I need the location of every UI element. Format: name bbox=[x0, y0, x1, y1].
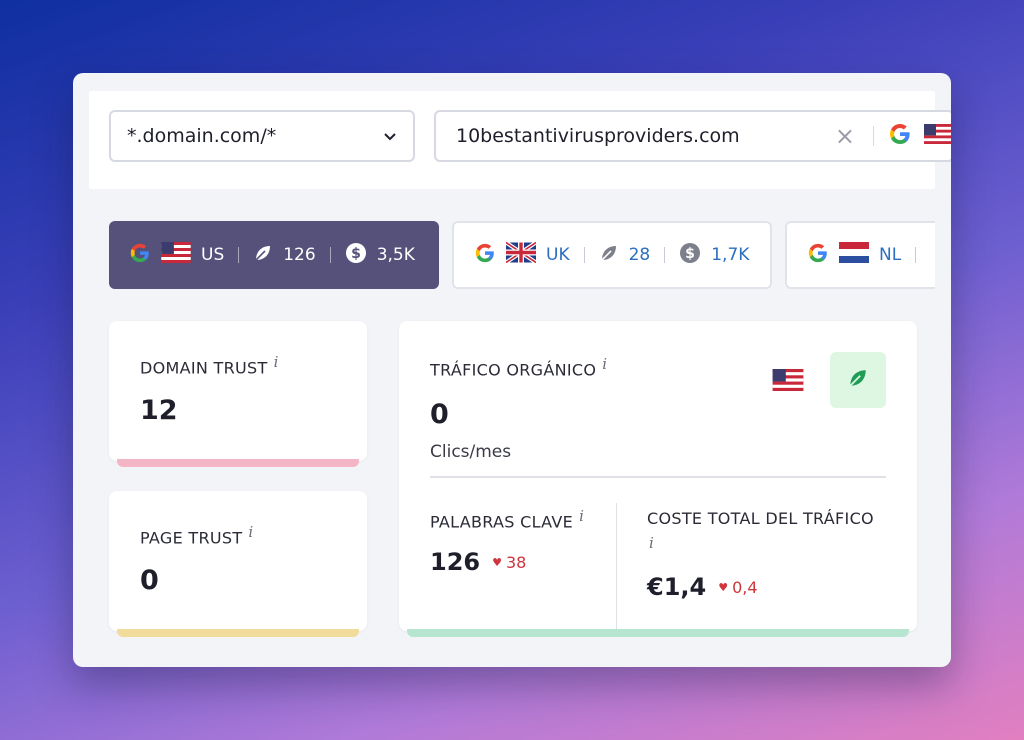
chevron-down-icon bbox=[383, 125, 397, 147]
traffic-cost-label: COSTE TOTAL DEL TRÁFICO bbox=[647, 509, 874, 528]
google-icon bbox=[474, 242, 496, 269]
chip-divider bbox=[915, 247, 917, 263]
us-flag-icon bbox=[772, 369, 804, 395]
page-trust-value: 0 bbox=[140, 565, 159, 596]
traffic-cost-label-row: COSTE TOTAL DEL TRÁFICO i bbox=[647, 507, 897, 561]
organic-divider bbox=[430, 476, 886, 478]
keywords-value: 126 bbox=[430, 548, 481, 576]
google-icon bbox=[888, 122, 912, 151]
us-flag-icon bbox=[924, 123, 951, 149]
dollar-icon: $ bbox=[679, 242, 701, 269]
page-trust-accent bbox=[117, 629, 359, 637]
traffic-cost-change-value: 0,4 bbox=[732, 577, 758, 597]
chip-keywords: 126 bbox=[283, 245, 316, 265]
organic-traffic-unit: Clics/mes bbox=[430, 442, 512, 462]
nl-flag-icon bbox=[839, 242, 869, 268]
leaf-icon bbox=[847, 367, 869, 393]
info-icon[interactable]: i bbox=[579, 507, 584, 525]
info-icon[interactable]: i bbox=[274, 353, 279, 371]
google-icon bbox=[129, 242, 151, 269]
traffic-cost-change: ♥ 0,4 bbox=[718, 578, 757, 597]
domain-trust-value: 12 bbox=[140, 395, 178, 426]
database-chip-nl[interactable]: NL bbox=[785, 221, 935, 289]
leaf-icon bbox=[599, 243, 619, 268]
svg-text:$: $ bbox=[351, 246, 361, 262]
domain-trust-card: DOMAIN TRUST i 12 bbox=[109, 321, 367, 467]
chip-traffic-cost: 3,5K bbox=[376, 245, 415, 265]
svg-text:$: $ bbox=[685, 246, 695, 262]
keywords-metric: 126 ♥ 38 bbox=[430, 548, 526, 576]
traffic-cost-metric: €1,4 ♥ 0,4 bbox=[647, 573, 758, 601]
leaf-icon bbox=[253, 243, 273, 268]
organic-traffic-accent bbox=[407, 629, 909, 637]
organic-traffic-card: TRÁFICO ORGÁNICO i 0 Clics/mes PALABRAS C… bbox=[399, 321, 917, 637]
domain-search-value: 10bestantivirusproviders.com bbox=[456, 125, 740, 147]
chip-country: UK bbox=[546, 245, 570, 265]
google-icon bbox=[807, 242, 829, 269]
domain-search-input[interactable]: 10bestantivirusproviders.com × bbox=[434, 110, 951, 162]
chip-country: US bbox=[201, 245, 225, 265]
domain-trust-label: DOMAIN TRUST bbox=[140, 358, 268, 378]
dollar-icon: $ bbox=[345, 242, 367, 269]
database-chip-uk[interactable]: UK 28 $ 1,7K bbox=[452, 221, 772, 289]
page-trust-label: PAGE TRUST bbox=[140, 528, 243, 548]
organic-leaf-button[interactable] bbox=[830, 352, 886, 408]
chip-country: NL bbox=[879, 245, 902, 265]
traffic-cost-value: €1,4 bbox=[647, 573, 707, 601]
chip-divider bbox=[583, 247, 585, 263]
organic-traffic-label: TRÁFICO ORGÁNICO bbox=[430, 360, 597, 380]
domain-trust-accent bbox=[117, 459, 359, 467]
us-flag-icon bbox=[161, 242, 191, 268]
database-chip-us[interactable]: US 126 $ 3,5K bbox=[109, 221, 439, 289]
domain-trust-label-row: DOMAIN TRUST i bbox=[140, 353, 278, 377]
database-chips: US 126 $ 3,5K UK 28 $ 1,7K NL bbox=[109, 221, 935, 291]
search-divider bbox=[873, 126, 874, 146]
page-trust-card: PAGE TRUST i 0 bbox=[109, 491, 367, 637]
keywords-label-row: PALABRAS CLAVE i bbox=[430, 507, 584, 531]
scope-select-value: *.domain.com/* bbox=[127, 125, 277, 147]
scope-select[interactable]: *.domain.com/* bbox=[109, 110, 415, 162]
serp-analysis-panel: *.domain.com/* 10bestantivirusproviders.… bbox=[73, 73, 951, 667]
organic-traffic-label-row: TRÁFICO ORGÁNICO i bbox=[430, 355, 607, 379]
info-icon[interactable]: i bbox=[649, 534, 654, 552]
keywords-label: PALABRAS CLAVE bbox=[430, 512, 574, 532]
down-heart-icon: ♥ bbox=[492, 555, 502, 569]
page-trust-label-row: PAGE TRUST i bbox=[140, 523, 253, 547]
info-icon[interactable]: i bbox=[248, 523, 253, 541]
uk-flag-icon bbox=[504, 240, 538, 268]
info-icon[interactable]: i bbox=[602, 355, 607, 373]
organic-traffic-value: 0 bbox=[430, 399, 449, 430]
down-heart-icon: ♥ bbox=[718, 580, 729, 594]
chip-divider bbox=[329, 247, 331, 263]
clear-icon[interactable]: × bbox=[835, 122, 855, 150]
chip-divider bbox=[664, 247, 666, 263]
chip-traffic-cost: 1,7K bbox=[711, 245, 750, 265]
search-toolbar: *.domain.com/* 10bestantivirusproviders.… bbox=[89, 91, 951, 189]
keywords-change-value: 38 bbox=[505, 552, 527, 572]
chip-divider bbox=[238, 247, 240, 263]
chip-keywords: 28 bbox=[628, 245, 651, 265]
metrics-divider bbox=[616, 503, 617, 631]
keywords-change: ♥ 38 bbox=[492, 553, 526, 572]
